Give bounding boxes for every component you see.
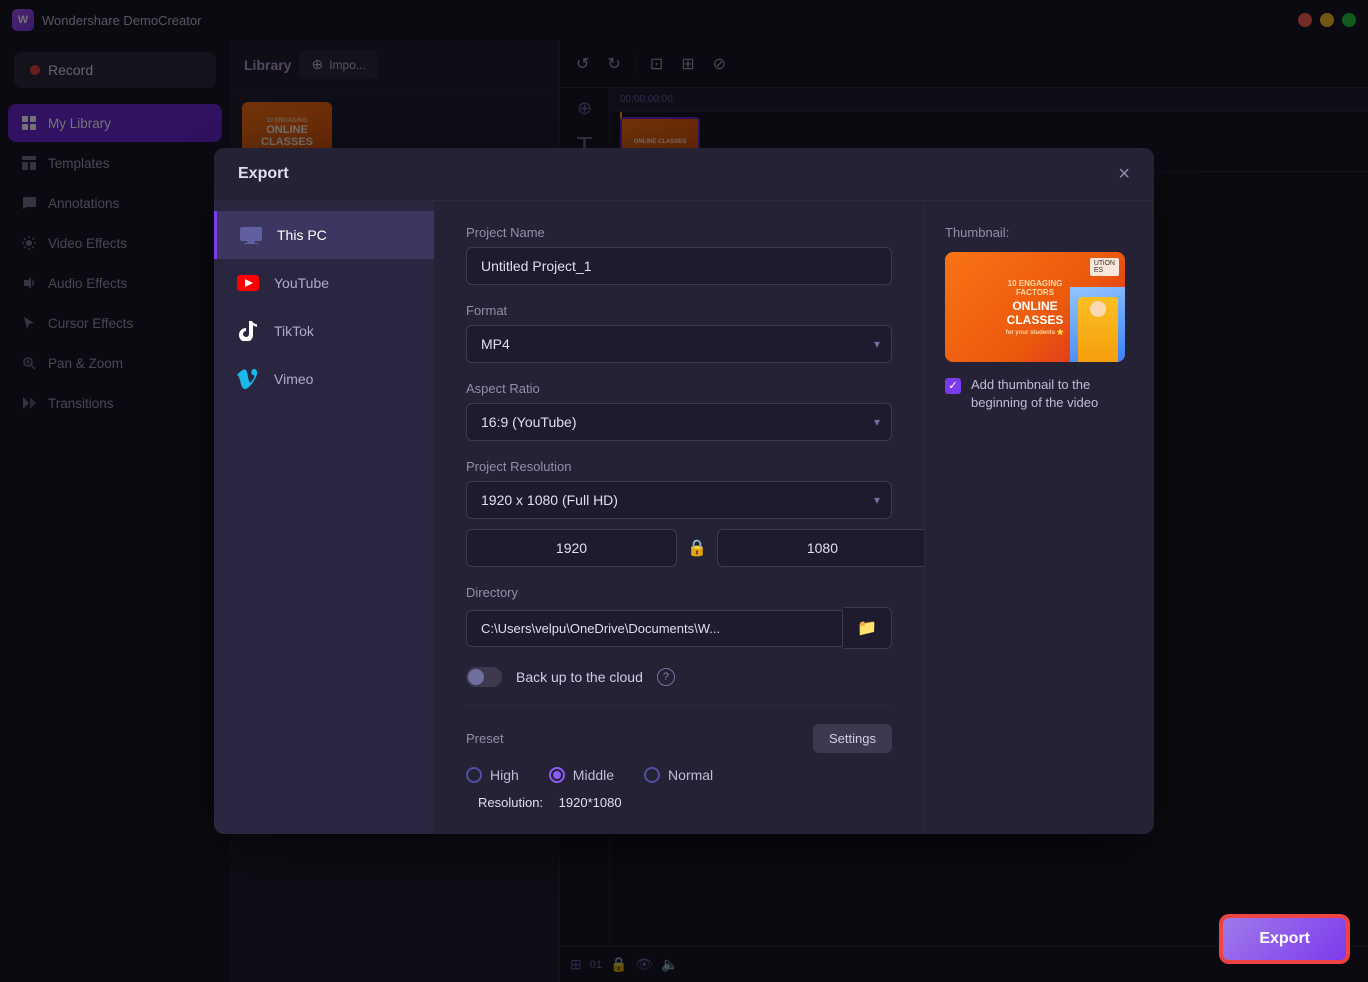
preset-row: Preset Settings xyxy=(466,724,892,753)
settings-button[interactable]: Settings xyxy=(813,724,892,753)
dest-label: This PC xyxy=(277,227,327,243)
resolution-select[interactable]: 1920 x 1080 (Full HD) 1280 x 720 (HD) 38… xyxy=(466,481,892,519)
thumbnail-preview: 10 ENGAGINGFACTORS ONLINECLASSES for you… xyxy=(945,252,1125,362)
export-modal: Export × This PC xyxy=(214,148,1154,834)
settings-divider xyxy=(466,705,892,706)
thumbnail-panel: Thumbnail: 10 ENGAGINGFACTORS ONLINECLAS… xyxy=(924,201,1154,834)
destination-panel: This PC YouTube xyxy=(214,201,434,834)
dest-youtube[interactable]: YouTube xyxy=(214,259,434,307)
preset-label: Preset xyxy=(466,731,504,746)
resolution-display-value: 1920*1080 xyxy=(559,795,622,810)
resolution-inputs-row: 🔒 xyxy=(466,529,892,567)
preset-normal-label: Normal xyxy=(668,767,713,783)
dest-vimeo[interactable]: Vimeo xyxy=(214,355,434,403)
resolution-group: Project Resolution 1920 x 1080 (Full HD)… xyxy=(466,459,892,567)
resolution-label: Project Resolution xyxy=(466,459,892,474)
preset-high-label: High xyxy=(490,767,519,783)
student-head xyxy=(1090,301,1106,317)
preset-middle-radio xyxy=(549,767,565,783)
directory-input[interactable] xyxy=(466,610,843,647)
youtube-icon xyxy=(234,273,262,293)
thumbnail-panel-title: Thumbnail: xyxy=(945,225,1134,240)
resolution-select-wrapper: 1920 x 1080 (Full HD) 1280 x 720 (HD) 38… xyxy=(466,481,892,519)
student-silhouette xyxy=(1078,297,1118,362)
preset-high[interactable]: High xyxy=(466,767,519,783)
aspect-ratio-label: Aspect Ratio xyxy=(466,381,892,396)
cloud-backup-row: Back up to the cloud ? xyxy=(466,667,892,687)
format-select-wrapper: MP4 MOV AVI GIF ▾ xyxy=(466,325,892,363)
project-name-label: Project Name xyxy=(466,225,892,240)
dest-this-pc[interactable]: This PC xyxy=(214,211,434,259)
checkbox-row: ✓ Add thumbnail to the beginning of the … xyxy=(945,376,1134,412)
dest-label: YouTube xyxy=(274,275,329,291)
resolution-display-label: Resolution: xyxy=(478,795,543,810)
preset-middle-label: Middle xyxy=(573,767,614,783)
preset-middle[interactable]: Middle xyxy=(549,767,614,783)
tiktok-icon xyxy=(234,321,262,341)
vimeo-icon xyxy=(234,369,262,389)
format-select[interactable]: MP4 MOV AVI GIF xyxy=(466,325,892,363)
resolution-width-input[interactable] xyxy=(466,529,677,567)
export-settings-panel: Project Name Format MP4 MOV AVI GIF ▾ xyxy=(434,201,924,834)
cloud-help-icon[interactable]: ? xyxy=(657,668,675,686)
modal-header: Export × xyxy=(214,148,1154,201)
radio-selected-dot xyxy=(553,771,561,779)
preset-normal[interactable]: Normal xyxy=(644,767,713,783)
directory-row: 📁 xyxy=(466,607,892,649)
aspect-ratio-select[interactable]: 16:9 (YouTube) 1:1 (Square) 9:16 (Portra… xyxy=(466,403,892,441)
modal-body: This PC YouTube xyxy=(214,201,1154,834)
format-label: Format xyxy=(466,303,892,318)
cloud-backup-toggle[interactable] xyxy=(466,667,502,687)
resolution-display: Resolution: 1920*1080 xyxy=(466,795,892,810)
preset-normal-radio xyxy=(644,767,660,783)
thumb-online: ONLINECLASSES xyxy=(1007,299,1064,327)
directory-group: Directory 📁 xyxy=(466,585,892,649)
modal-overlay: Export × This PC xyxy=(0,0,1368,982)
toggle-knob xyxy=(468,669,484,685)
lock-aspect-icon: 🔒 xyxy=(687,538,707,558)
thumbnail-checkbox-label: Add thumbnail to the beginning of the vi… xyxy=(971,376,1134,412)
aspect-ratio-group: Aspect Ratio 16:9 (YouTube) 1:1 (Square)… xyxy=(466,381,892,441)
cloud-backup-label: Back up to the cloud xyxy=(516,669,643,685)
thumb-student-overlay xyxy=(1070,287,1125,362)
pc-icon xyxy=(237,225,265,245)
question-mark: ? xyxy=(663,671,669,683)
dest-tiktok[interactable]: TikTok xyxy=(214,307,434,355)
thumb-sub: for your students ⭐ xyxy=(1006,329,1064,336)
dest-label: Vimeo xyxy=(274,371,313,387)
thumbnail-checkbox[interactable]: ✓ xyxy=(945,378,961,394)
browse-directory-button[interactable]: 📁 xyxy=(843,607,892,649)
project-name-group: Project Name xyxy=(466,225,892,285)
preset-radio-group: High Middle Normal xyxy=(466,767,892,783)
modal-close-button[interactable]: × xyxy=(1118,164,1130,184)
dest-label: TikTok xyxy=(274,323,314,339)
directory-label: Directory xyxy=(466,585,892,600)
thumb-engaging: 10 ENGAGINGFACTORS xyxy=(1008,279,1063,297)
format-group: Format MP4 MOV AVI GIF ▾ xyxy=(466,303,892,363)
modal-title: Export xyxy=(238,165,289,183)
thumbnail-overlay-badge: UTiONES xyxy=(1090,258,1119,276)
resolution-height-input[interactable] xyxy=(717,529,924,567)
aspect-ratio-wrapper: 16:9 (YouTube) 1:1 (Square) 9:16 (Portra… xyxy=(466,403,892,441)
checkbox-check-icon: ✓ xyxy=(948,381,957,392)
project-name-input[interactable] xyxy=(466,247,892,285)
folder-icon: 📁 xyxy=(857,620,877,637)
preset-high-radio xyxy=(466,767,482,783)
